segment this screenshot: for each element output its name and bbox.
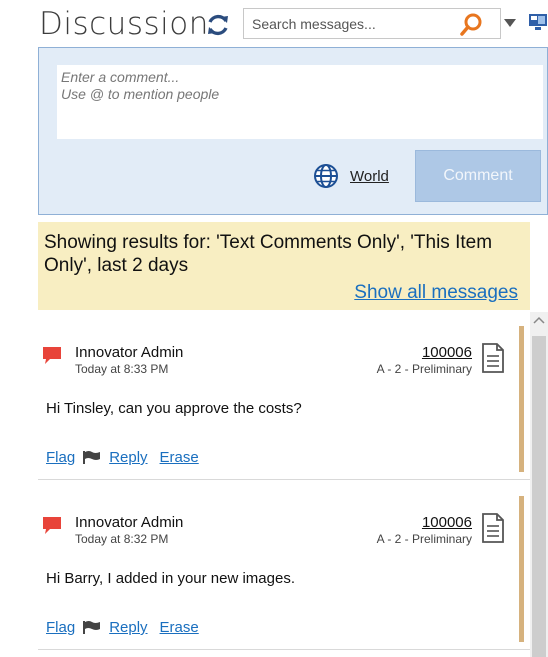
reply-link[interactable]: Reply (109, 619, 147, 636)
message-text: Hi Tinsley, can you approve the costs? (46, 400, 302, 417)
message-text: Hi Barry, I added in your new images. (46, 570, 296, 587)
flag-link[interactable]: Flag (46, 619, 75, 636)
search-input[interactable] (244, 9, 454, 38)
message-timestamp: Today at 8:33 PM (75, 362, 169, 376)
erase-link[interactable]: Erase (160, 619, 199, 636)
message-feed: Innovator Admin Today at 8:33 PM 100006 … (38, 312, 530, 657)
search-box (243, 8, 501, 39)
comment-composer: World Comment (38, 47, 548, 215)
document-icon[interactable] (480, 342, 506, 374)
filter-status-text: Showing results for: 'Text Comments Only… (44, 232, 493, 276)
message-item: Innovator Admin Today at 8:33 PM 100006 … (38, 312, 530, 480)
visibility-world-link[interactable]: World (350, 168, 389, 185)
message-accent-bar (519, 496, 524, 642)
feed-scrollbar[interactable] (530, 312, 548, 657)
layout-icon[interactable] (528, 12, 548, 32)
message-actions: Flag Reply Erase (46, 619, 199, 636)
message-author: Innovator Admin (75, 344, 184, 361)
show-all-messages-link[interactable]: Show all messages (354, 282, 518, 304)
message-accent-bar (519, 326, 524, 472)
page-title: Discussion (39, 6, 209, 42)
scrollbar-thumb[interactable] (532, 336, 546, 657)
comment-bubble-icon (43, 347, 61, 364)
flag-link[interactable]: Flag (46, 449, 75, 466)
item-state: A - 2 - Preliminary (376, 532, 472, 546)
flag-icon[interactable] (83, 450, 101, 465)
message-author: Innovator Admin (75, 514, 184, 531)
message-item: Innovator Admin Today at 8:32 PM 100006 … (38, 482, 530, 650)
refresh-icon[interactable] (204, 12, 232, 38)
comment-input[interactable] (57, 65, 543, 139)
scroll-up-icon[interactable] (530, 312, 548, 330)
erase-link[interactable]: Erase (160, 449, 199, 466)
document-icon[interactable] (480, 512, 506, 544)
search-icon[interactable] (458, 12, 484, 38)
globe-icon[interactable] (313, 163, 339, 189)
reply-link[interactable]: Reply (109, 449, 147, 466)
item-number-link[interactable]: 100006 (422, 514, 472, 531)
message-actions: Flag Reply Erase (46, 449, 199, 466)
item-state: A - 2 - Preliminary (376, 362, 472, 376)
chevron-down-icon[interactable] (503, 18, 517, 28)
item-number-link[interactable]: 100006 (422, 344, 472, 361)
discussion-header: Discussion (0, 0, 548, 48)
flag-icon[interactable] (83, 620, 101, 635)
comment-button[interactable]: Comment (415, 150, 541, 202)
filter-banner: Showing results for: 'Text Comments Only… (38, 222, 530, 310)
message-timestamp: Today at 8:32 PM (75, 532, 169, 546)
comment-bubble-icon (43, 517, 61, 534)
